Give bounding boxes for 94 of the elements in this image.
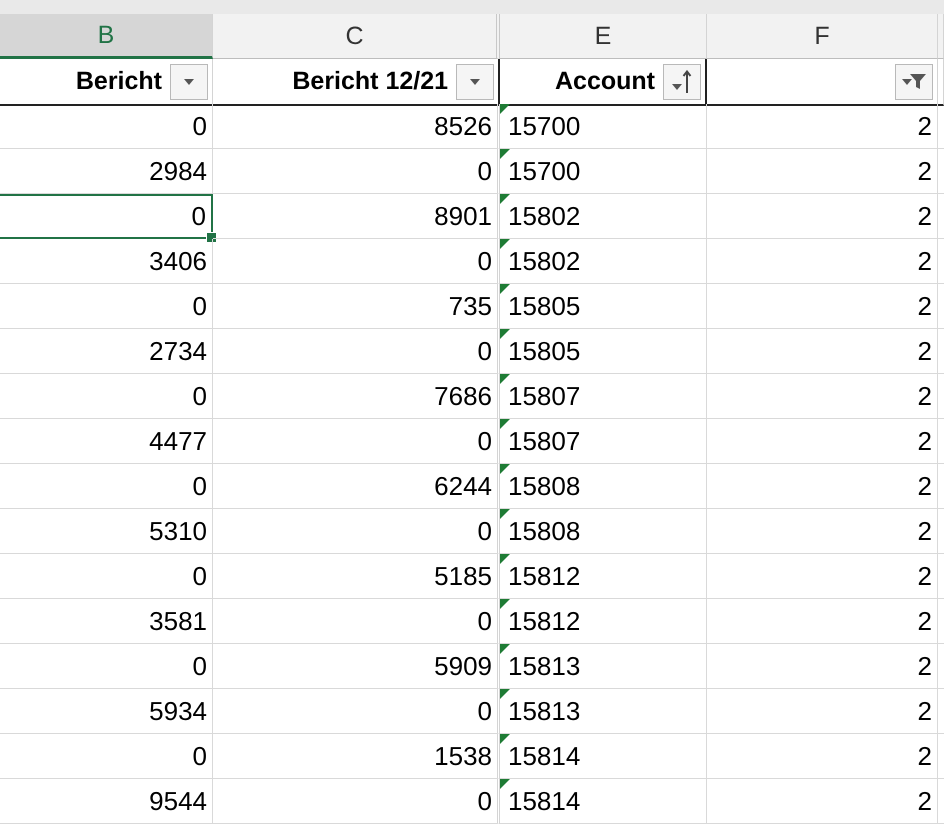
table-cell: 15807 <box>500 374 707 419</box>
table-cell: 15700 <box>500 149 707 194</box>
caret-icon <box>182 76 196 86</box>
table-cell: 15802 <box>500 239 707 284</box>
table-cell: 5934 <box>0 689 213 734</box>
error-indicator-icon <box>500 374 510 384</box>
error-indicator-icon <box>500 329 510 339</box>
table-cell: 15814 <box>500 779 707 824</box>
table-cell: 2 <box>707 554 938 599</box>
error-indicator-icon <box>500 599 510 609</box>
table-cell: 0 <box>0 284 213 329</box>
table-cell: 0 <box>0 644 213 689</box>
table-cell: 0 <box>0 464 213 509</box>
column-title: Bericht <box>76 67 162 96</box>
table-cell: 15700 <box>500 104 707 149</box>
error-indicator-icon <box>500 239 510 249</box>
table-cell: 1538 <box>213 734 500 779</box>
table-cell: 0 <box>0 104 213 149</box>
table-cell: 15813 <box>500 689 707 734</box>
table-cell: 0 <box>213 689 500 734</box>
dropdown-button[interactable] <box>456 64 494 100</box>
table-cell: 15805 <box>500 284 707 329</box>
column-header[interactable]: B <box>0 14 213 59</box>
table-cell: 2 <box>707 599 938 644</box>
table-cell: 2 <box>707 689 938 734</box>
error-indicator-icon <box>500 689 510 699</box>
table-cell: 2 <box>707 779 938 824</box>
table-cell: 2 <box>707 374 938 419</box>
table-cell: 0 <box>213 779 500 824</box>
table-cell: 3406 <box>0 239 213 284</box>
dropdown-button[interactable] <box>170 64 208 100</box>
table-cell: 8901 <box>213 194 500 239</box>
table-cell: 3581 <box>0 599 213 644</box>
table-cell: 2 <box>707 464 938 509</box>
error-indicator-icon <box>500 149 510 159</box>
caret-icon <box>468 76 482 86</box>
table-cell: 2 <box>707 194 938 239</box>
error-indicator-icon <box>500 464 510 474</box>
sort-filter-button[interactable] <box>663 64 701 100</box>
column-title: Bericht 12/21 <box>292 67 448 96</box>
error-indicator-icon <box>500 734 510 744</box>
table-cell: 0 <box>0 554 213 599</box>
table-cell: 0 <box>0 374 213 419</box>
filter-button[interactable] <box>895 64 933 100</box>
table-cell: 2 <box>707 104 938 149</box>
table-cell: 2 <box>707 239 938 284</box>
error-indicator-icon <box>500 104 510 114</box>
table-cell: 2 <box>707 734 938 779</box>
table-cell: 0 <box>213 419 500 464</box>
table-cell: 15805 <box>500 329 707 374</box>
table-cell: 735 <box>213 284 500 329</box>
table-cell: 2 <box>707 284 938 329</box>
table-cell: 4477 <box>0 419 213 464</box>
table-cell: 9544 <box>0 779 213 824</box>
table-cell: 2 <box>707 329 938 374</box>
table-cell: 2 <box>707 644 938 689</box>
table-cell: 15807 <box>500 419 707 464</box>
table-cell: 5909 <box>213 644 500 689</box>
table-cell: 15812 <box>500 599 707 644</box>
table-cell: 15812 <box>500 554 707 599</box>
column-header[interactable]: C <box>213 14 500 59</box>
table-cell: 2 <box>707 419 938 464</box>
table-cell: 0 <box>0 734 213 779</box>
table-cell: 0 <box>213 509 500 554</box>
table-cell: 15802 <box>500 194 707 239</box>
table-cell: 0 <box>213 329 500 374</box>
table-cell: 2 <box>707 149 938 194</box>
table-cell: 6244 <box>213 464 500 509</box>
error-indicator-icon <box>500 644 510 654</box>
column-header[interactable]: F <box>707 14 938 59</box>
table-cell: 2 <box>707 509 938 554</box>
table-cell: 0 <box>213 599 500 644</box>
fill-handle[interactable] <box>206 232 217 243</box>
error-indicator-icon <box>500 419 510 429</box>
table-cell: 5310 <box>0 509 213 554</box>
table-cell: 8526 <box>213 104 500 149</box>
table-cell: 15808 <box>500 509 707 554</box>
table-cell: 2734 <box>0 329 213 374</box>
error-indicator-icon <box>500 509 510 519</box>
table-cell: 2984 <box>0 149 213 194</box>
table-cell: 0 <box>213 239 500 284</box>
table-cell: 7686 <box>213 374 500 419</box>
error-indicator-icon <box>500 779 510 789</box>
table-cell: 15813 <box>500 644 707 689</box>
sort-ascending-icon <box>671 68 693 94</box>
error-indicator-icon <box>500 554 510 564</box>
table-cell: 5185 <box>213 554 500 599</box>
table-cell: 0 <box>213 149 500 194</box>
column-header[interactable]: E <box>500 14 707 59</box>
column-title: Account <box>555 67 655 96</box>
table-cell: 15814 <box>500 734 707 779</box>
error-indicator-icon <box>500 284 510 294</box>
error-indicator-icon <box>500 194 510 204</box>
table-cell: 15808 <box>500 464 707 509</box>
